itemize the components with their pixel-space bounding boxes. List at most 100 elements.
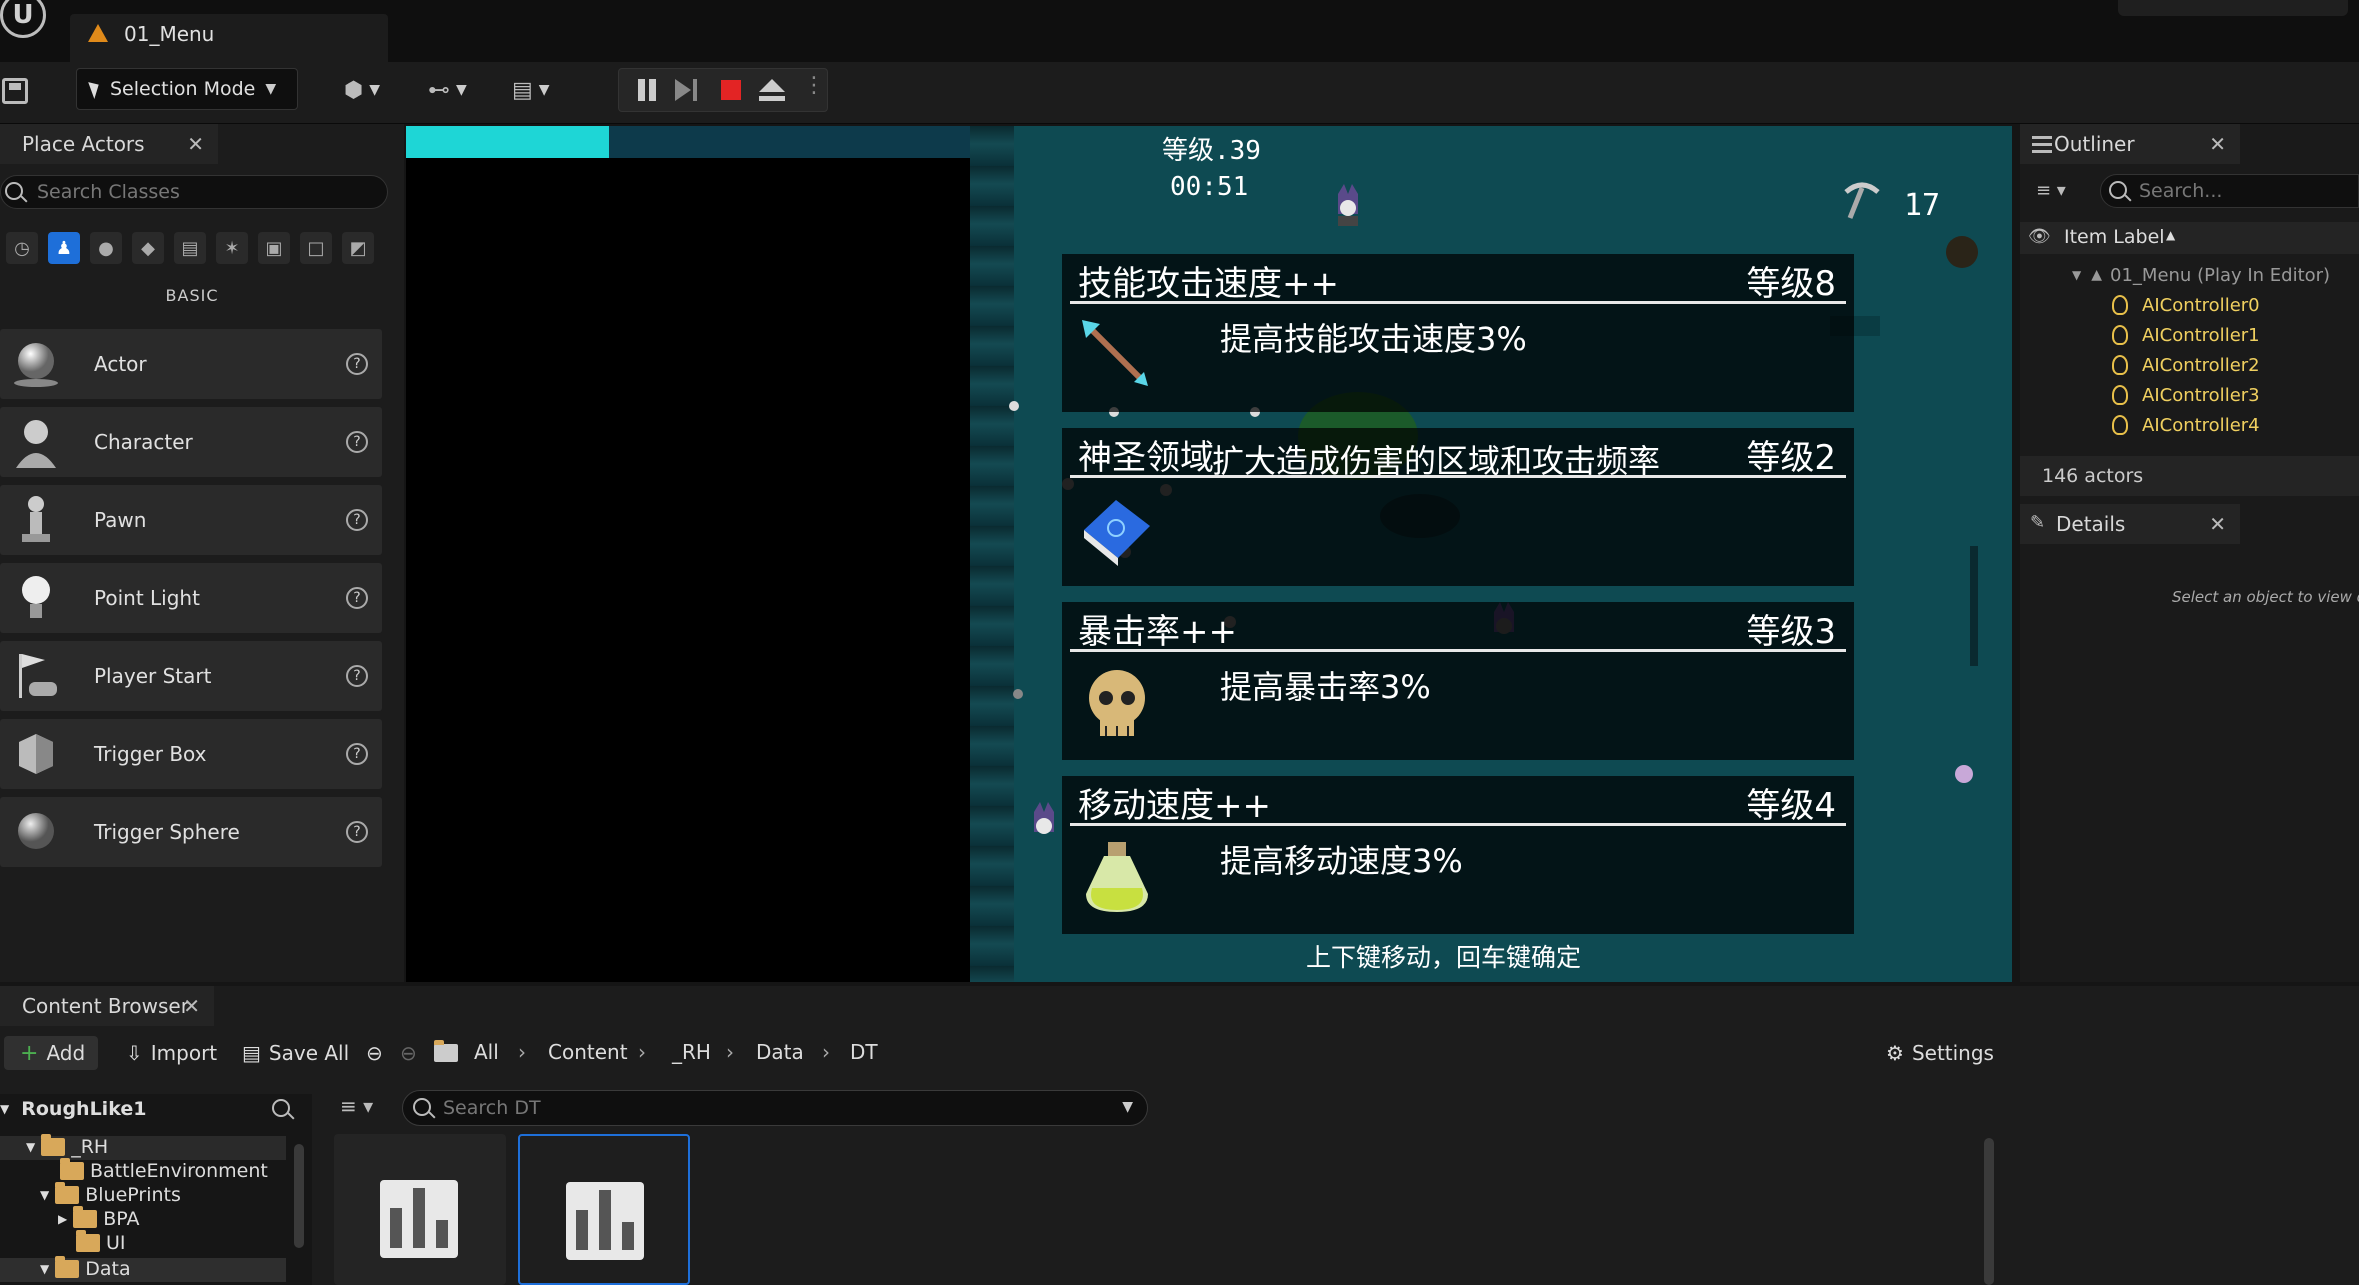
outliner-item[interactable]: AIController0 xyxy=(2020,290,2359,320)
breadcrumb-item[interactable]: All xyxy=(474,1040,499,1064)
tree-scrollbar[interactable] xyxy=(294,1144,304,1248)
tree-folder[interactable]: UI xyxy=(76,1230,126,1254)
close-icon[interactable]: ✕ xyxy=(2209,512,2226,536)
asset-tile[interactable] xyxy=(334,1134,506,1285)
upgrade-card[interactable]: 暴击率++ 等级3 提高暴击率3% xyxy=(1062,602,1854,760)
help-icon[interactable]: ? xyxy=(346,743,368,765)
breadcrumb-item[interactable]: Data xyxy=(756,1040,804,1064)
close-icon[interactable]: ✕ xyxy=(183,994,200,1018)
help-icon[interactable]: ? xyxy=(346,353,368,375)
cinematics-button[interactable]: ▤ ▼ xyxy=(512,72,550,108)
selection-mode-dropdown[interactable]: Selection Mode ▼ xyxy=(76,68,298,110)
upgrade-card[interactable]: 技能攻击速度++ 等级8 提高技能攻击速度3% xyxy=(1062,254,1854,412)
actor-item-trigger-sphere[interactable]: Trigger Sphere ? xyxy=(0,797,382,867)
upgrade-card[interactable]: 移动速度++ 等级4 提高移动速度3% xyxy=(1062,776,1854,934)
column-label: Item Label xyxy=(2064,226,2165,248)
add-actor-button[interactable]: ⬢ ▼ xyxy=(344,72,380,108)
cinematic-icon[interactable]: ▤ xyxy=(174,232,206,264)
volumes-icon[interactable]: □ xyxy=(300,232,332,264)
outliner-item[interactable]: AIController2 xyxy=(2020,350,2359,380)
save-all-button[interactable]: ▤ Save All xyxy=(242,1036,349,1070)
blueprint-button[interactable]: ⊷ ▼ xyxy=(428,72,467,108)
tree-folder[interactable]: ▼ Data xyxy=(40,1256,131,1280)
help-icon[interactable]: ? xyxy=(346,431,368,453)
content-scrollbar[interactable] xyxy=(1984,1138,1994,1285)
actor-item-point-light[interactable]: Point Light ? xyxy=(0,563,382,633)
forward-button[interactable]: ⊖ xyxy=(400,1036,417,1070)
help-icon[interactable]: ? xyxy=(346,509,368,531)
details-tab[interactable]: Details ✕ xyxy=(2020,504,2240,544)
outliner-item[interactable]: AIController3 xyxy=(2020,380,2359,410)
breadcrumb-item[interactable]: Content xyxy=(548,1040,628,1064)
shapes-icon[interactable]: ◆ xyxy=(132,232,164,264)
actor-item-label: Trigger Sphere xyxy=(94,820,240,844)
lights-icon[interactable]: ● xyxy=(90,232,122,264)
back-button[interactable]: ⊖ xyxy=(366,1036,383,1070)
tree-folder-label: BPA xyxy=(103,1208,140,1230)
card-description: 扩大造成伤害的区域和攻击频率 xyxy=(1212,442,1661,480)
title-bar-pill[interactable] xyxy=(2118,0,2348,16)
save-all-icon: ▤ xyxy=(242,1041,261,1065)
outliner-search-input[interactable]: Search... xyxy=(2100,174,2359,208)
breadcrumb-separator: › xyxy=(726,1040,734,1064)
outliner-header[interactable]: 👁 Item Label ▲ xyxy=(2020,222,2359,254)
outliner-item[interactable]: AIController4 xyxy=(2020,410,2359,440)
stop-button[interactable] xyxy=(719,79,743,103)
help-icon[interactable]: ? xyxy=(346,665,368,687)
visual-effects-icon[interactable]: ✶ xyxy=(216,232,248,264)
outliner-root[interactable]: ▼ ▲ 01_Menu (Play In Editor) xyxy=(2020,260,2359,290)
actor-item-player-start[interactable]: Player Start ? xyxy=(0,641,382,711)
help-icon[interactable]: ? xyxy=(346,821,368,843)
close-icon[interactable]: ✕ xyxy=(2209,132,2226,156)
step-frame-button[interactable] xyxy=(675,79,699,103)
add-label: Add xyxy=(46,1041,86,1065)
breadcrumb-item[interactable]: DT xyxy=(850,1040,878,1064)
pause-button[interactable] xyxy=(635,79,659,103)
sort-ascending-icon[interactable]: ▲ xyxy=(2166,228,2175,242)
actor-item-character[interactable]: Character ? xyxy=(0,407,382,477)
player-level: 等级.39 xyxy=(1162,136,1261,166)
filter-icon[interactable]: ≡ ▾ xyxy=(2036,180,2066,201)
search-classes-input[interactable]: Search Classes xyxy=(0,175,388,209)
game-viewport[interactable]: 等级.39 00:51 17 技能攻击速度++ 等级8 提高技能攻击速度3% 神… xyxy=(406,126,2012,982)
recent-icon[interactable]: ◷ xyxy=(6,232,38,264)
outliner-item[interactable]: AIController1 xyxy=(2020,320,2359,350)
save-icon[interactable] xyxy=(2,78,28,104)
chevron-down-icon[interactable]: ▼ xyxy=(1122,1099,1133,1115)
filter-icon[interactable]: ≡ ▾ xyxy=(340,1094,373,1118)
tree-folder[interactable]: ▶ BPA xyxy=(58,1206,140,1230)
settings-button[interactable]: ⚙ Settings xyxy=(1886,1036,1994,1070)
eye-icon[interactable]: 👁 xyxy=(2028,226,2051,247)
all-classes-icon[interactable]: ◩ xyxy=(342,232,374,264)
tree-search-button[interactable] xyxy=(272,1098,290,1122)
folder-icon xyxy=(55,1256,80,1278)
eject-button[interactable] xyxy=(759,79,785,103)
content-browser-tab[interactable]: Content Browser ✕ xyxy=(0,986,214,1026)
outliner-tab[interactable]: Outliner ✕ xyxy=(2020,124,2240,164)
more-options-icon[interactable]: ⋮ xyxy=(803,73,827,98)
actor-item-actor[interactable]: Actor ? xyxy=(0,329,382,399)
basic-category-icon[interactable]: ♟ xyxy=(48,232,80,264)
add-button[interactable]: + Add xyxy=(4,1036,98,1070)
close-icon[interactable]: ✕ xyxy=(187,132,204,156)
breadcrumb-item[interactable]: _RH xyxy=(672,1040,711,1064)
controller-icon xyxy=(2112,325,2128,345)
geometry-icon[interactable]: ▣ xyxy=(258,232,290,264)
expand-icon[interactable]: ▼ xyxy=(2072,268,2081,282)
tree-folder[interactable]: BattleEnvironment xyxy=(60,1158,268,1182)
asset-tile-selected[interactable] xyxy=(518,1134,690,1285)
actor-item-trigger-box[interactable]: Trigger Box ? xyxy=(0,719,382,789)
tree-root[interactable]: ▼ RoughLike1 xyxy=(0,1098,146,1120)
content-search-input[interactable]: Search DT ▼ xyxy=(402,1090,1148,1126)
level-tab-label: 01_Menu xyxy=(124,22,215,46)
import-button[interactable]: ⇩ Import xyxy=(126,1036,217,1070)
level-tab[interactable]: 01_Menu xyxy=(70,14,388,62)
place-actors-tab[interactable]: Place Actors ✕ xyxy=(0,124,218,164)
tree-folder[interactable]: ▼ BluePrints xyxy=(40,1182,181,1206)
outliner-item-label: AIController0 xyxy=(2142,294,2260,316)
folder-button[interactable] xyxy=(434,1036,458,1070)
tree-folder[interactable]: ▼ _RH xyxy=(26,1134,108,1158)
help-icon[interactable]: ? xyxy=(346,587,368,609)
upgrade-card[interactable]: 神圣领域 等级2 扩大造成伤害的区域和攻击频率 xyxy=(1062,428,1854,586)
actor-item-pawn[interactable]: Pawn ? xyxy=(0,485,382,555)
